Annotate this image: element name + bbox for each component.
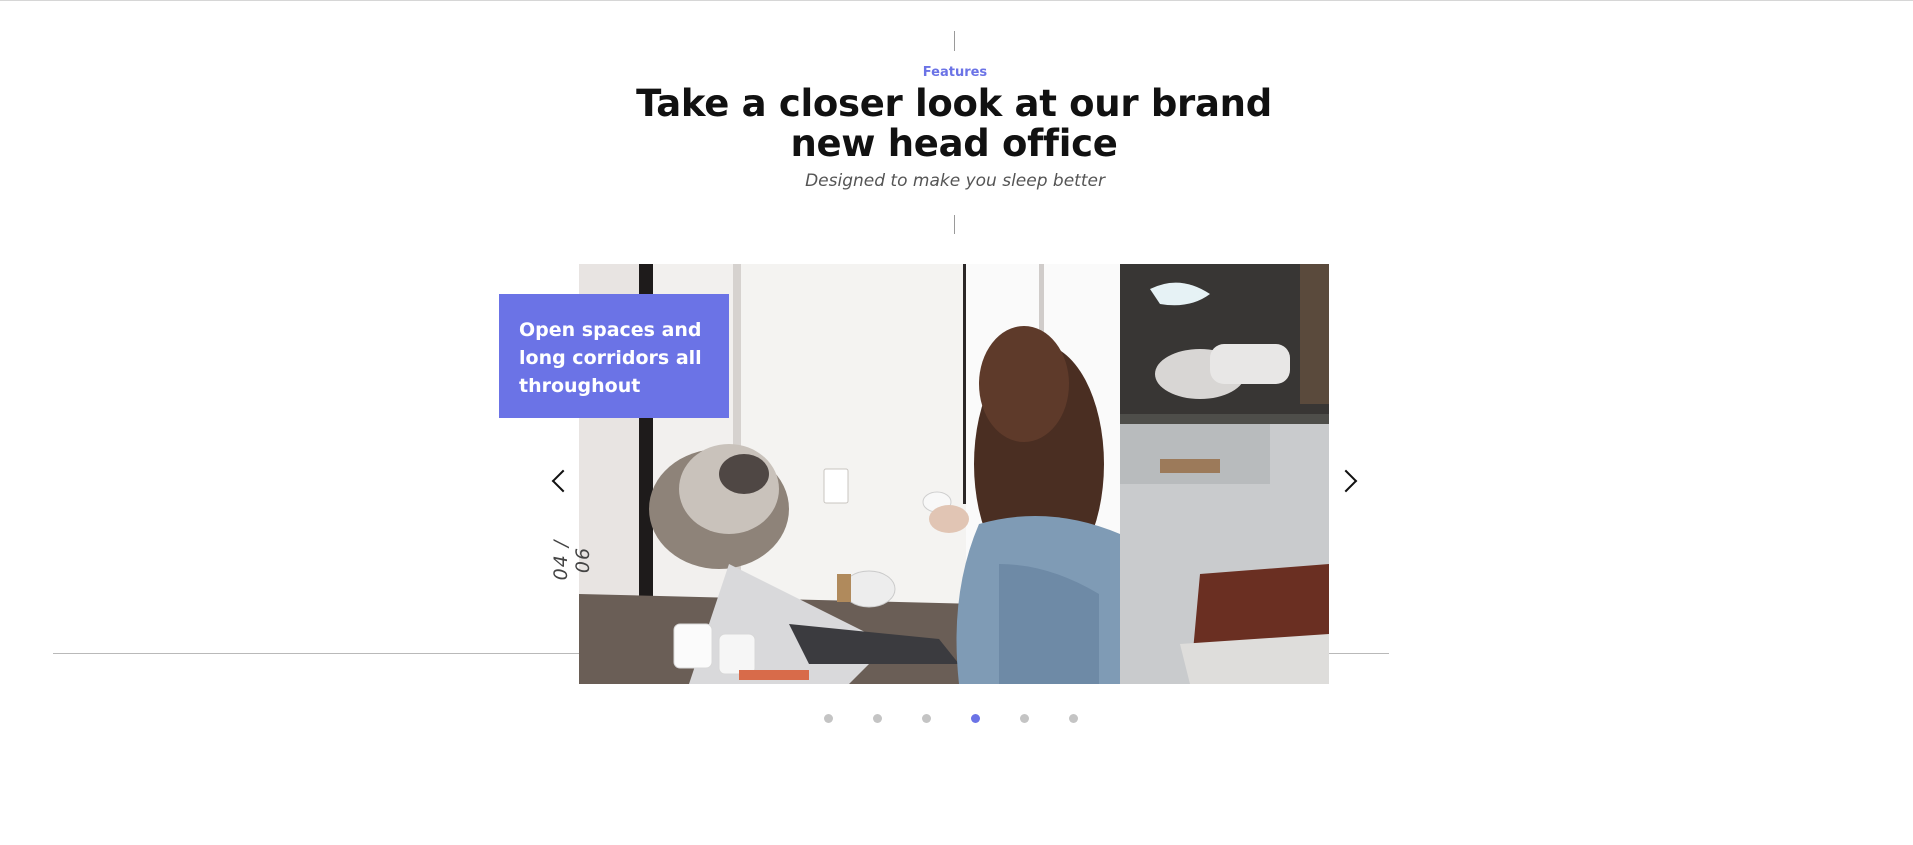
slider-prev-button[interactable] [545, 463, 575, 499]
pagination-dot-1[interactable] [824, 714, 873, 724]
slide-image-next [1120, 264, 1329, 684]
slide-caption: Open spaces and long corridors all throu… [499, 294, 729, 418]
top-divider [0, 0, 1913, 1]
slide-counter: 04 / 06 [550, 539, 594, 581]
pagination-dot-4[interactable] [971, 714, 1020, 724]
pagination-dot-5[interactable] [1020, 714, 1069, 724]
slider-next-button[interactable] [1334, 463, 1364, 499]
vertical-rule-bottom [954, 215, 955, 234]
section-subtitle: Designed to make you sleep better [805, 171, 1105, 191]
pagination-dot-6[interactable] [1069, 714, 1118, 724]
section-eyebrow: Features [922, 65, 988, 80]
pagination-dot-2[interactable] [873, 714, 922, 724]
vertical-rule-top [954, 31, 955, 51]
pagination-dot-3[interactable] [922, 714, 971, 724]
chevron-right-icon [1334, 469, 1358, 493]
section-title: Take a closer look at our brand new head… [636, 82, 1272, 165]
slider-pagination [824, 714, 1118, 724]
features-section: Features Take a closer look at our brand… [0, 0, 1913, 845]
chevron-left-icon [551, 469, 575, 493]
